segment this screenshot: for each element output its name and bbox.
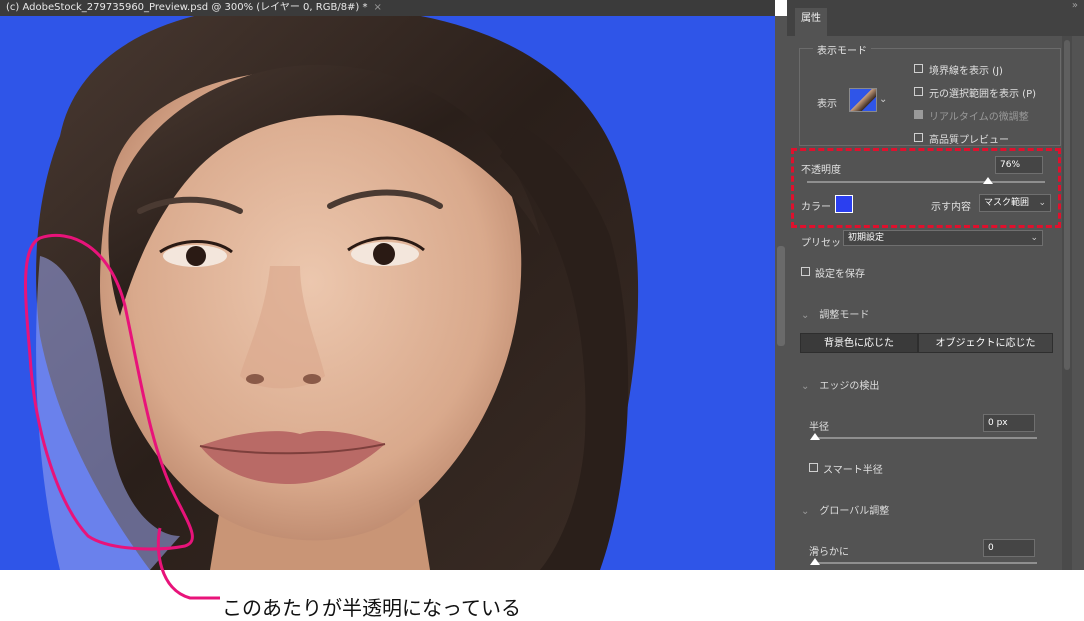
opacity-slider-handle[interactable] (982, 177, 993, 184)
radius-label: 半径 (809, 422, 829, 433)
smooth-label: 滑らかに (809, 547, 849, 558)
smooth-input[interactable]: 0 (983, 539, 1035, 557)
panel-tabbar: 属性 » (787, 0, 1084, 36)
save-settings-checkbox[interactable] (801, 267, 810, 276)
opacity-input[interactable]: 76% (995, 156, 1043, 174)
chevron-down-icon: ⌄ (1030, 233, 1038, 243)
portrait-image (0, 16, 775, 570)
smart-radius-checkbox[interactable] (809, 463, 818, 472)
document-tab[interactable]: (c) AdobeStock_279735960_Preview.psd @ 3… (0, 0, 775, 16)
show-edge-checkbox[interactable] (914, 64, 923, 73)
opacity-label: 不透明度 (801, 165, 841, 176)
show-edge-label: 境界線を表示 (J) (929, 66, 1003, 77)
annotation-note: このあたりが半透明になっている (222, 596, 521, 620)
preset-select-value: 初期設定 (848, 233, 885, 243)
chevron-down-icon: ⌄ (801, 506, 810, 517)
panel-collapse-icon[interactable]: » (1072, 0, 1078, 11)
tab-properties[interactable]: 属性 (795, 8, 827, 36)
chevron-down-icon: ⌄ (1038, 198, 1046, 208)
show-label: 示す内容 (931, 202, 971, 213)
show-select-value: マスク範囲 (984, 198, 1030, 208)
adjust-mode-object-aware-button[interactable]: オブジェクトに応じた (918, 333, 1053, 353)
view-mode-legend: 表示モード (813, 42, 871, 57)
image-canvas[interactable] (0, 16, 775, 570)
document-title: (c) AdobeStock_279735960_Preview.psd @ 3… (6, 2, 368, 13)
preset-select[interactable]: 初期設定 ⌄ (843, 230, 1043, 246)
view-thumbnail[interactable] (849, 88, 877, 112)
smart-radius-label: スマート半径 (823, 465, 883, 476)
global-adjust-heading: グローバル調整 (819, 506, 890, 517)
realtime-refine-checkbox (914, 110, 923, 119)
high-quality-preview-label: 高品質プレビュー (929, 135, 1009, 146)
realtime-refine-label: リアルタイムの微調整 (929, 112, 1029, 123)
edge-detection-heading: エッジの検出 (819, 381, 880, 392)
edge-detection-section[interactable]: ⌄ エッジの検出 (801, 377, 879, 392)
adjust-mode-section[interactable]: ⌄ 調整モード (801, 306, 869, 321)
properties-panel: 属性 » 表示モード 表示 ⌄ 境界線を表示 (J) 元の選択範囲を表示 (P)… (787, 0, 1084, 570)
smooth-slider-handle[interactable] (810, 558, 820, 565)
canvas-scroll-thumb[interactable] (777, 246, 785, 346)
show-select[interactable]: マスク範囲 ⌄ (979, 194, 1051, 212)
view-dropdown-chevron-icon[interactable]: ⌄ (879, 94, 887, 105)
show-original-checkbox[interactable] (914, 87, 923, 96)
annotation-connector (156, 527, 220, 600)
chevron-down-icon: ⌄ (801, 381, 810, 392)
color-label: カラー (801, 202, 831, 213)
global-adjust-section[interactable]: ⌄ グローバル調整 (801, 502, 889, 517)
close-tab-icon[interactable]: × (374, 2, 382, 13)
panel-scroll-thumb[interactable] (1064, 40, 1070, 370)
adjust-mode-heading: 調整モード (819, 310, 870, 321)
radius-slider[interactable] (815, 437, 1037, 439)
show-original-label: 元の選択範囲を表示 (P) (929, 89, 1037, 100)
radius-slider-handle[interactable] (810, 433, 820, 440)
adjust-mode-color-aware-button[interactable]: 背景色に応じた (800, 333, 918, 353)
high-quality-preview-checkbox[interactable] (914, 133, 923, 142)
panel-scrollbar[interactable] (1062, 36, 1072, 570)
chevron-down-icon: ⌄ (801, 310, 810, 321)
canvas-scrollbar[interactable] (775, 16, 787, 570)
save-settings-label: 設定を保存 (815, 269, 865, 280)
opacity-slider[interactable] (807, 181, 1045, 183)
smooth-slider[interactable] (815, 562, 1037, 564)
view-label: 表示 (817, 99, 837, 110)
radius-input[interactable]: 0 px (983, 414, 1035, 432)
color-swatch[interactable] (835, 195, 853, 213)
